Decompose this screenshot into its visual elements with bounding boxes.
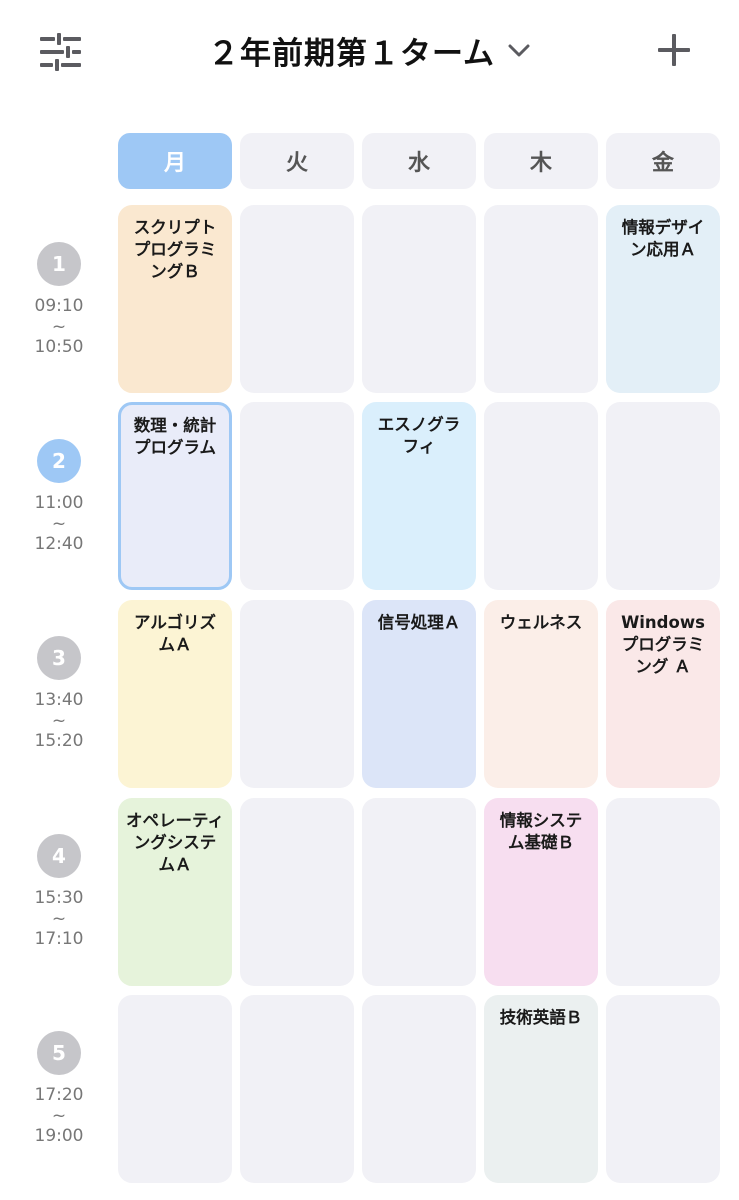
class-cell[interactable] xyxy=(362,995,476,1183)
class-name: Windowsプログラミング Ａ xyxy=(621,613,705,676)
period-number: 3 xyxy=(37,636,81,680)
day-label: 木 xyxy=(529,151,552,176)
period-3: 3 13:40 ~ 15:20 xyxy=(0,636,118,752)
period-1: 1 09:10 ~ 10:50 xyxy=(0,242,118,358)
period-5: 5 17:20 ~ 19:00 xyxy=(0,1031,118,1147)
class-name: 情報システム基礎Ｂ xyxy=(499,811,583,852)
period-sep: ~ xyxy=(51,710,67,731)
day-tab-tue[interactable]: 火 xyxy=(240,133,354,189)
period-number: 2 xyxy=(37,439,81,483)
app-header: ２年前期第１ターム xyxy=(0,0,739,105)
chevron-down-icon xyxy=(508,44,530,56)
class-cell[interactable] xyxy=(240,205,354,393)
period-sep: ~ xyxy=(51,1105,67,1126)
class-cell[interactable]: 技術英語Ｂ xyxy=(484,995,598,1183)
class-name: スクリプトプログラミングＢ xyxy=(133,218,217,281)
class-cell[interactable]: エスノグラフィ xyxy=(362,402,476,590)
period-sep: ~ xyxy=(51,908,67,929)
class-cell[interactable]: アルゴリズムＡ xyxy=(118,600,232,788)
class-cell[interactable]: 信号処理Ａ xyxy=(362,600,476,788)
term-selector[interactable]: ２年前期第１ターム xyxy=(208,28,531,73)
day-tab-thu[interactable]: 木 xyxy=(484,133,598,189)
class-cell[interactable] xyxy=(484,205,598,393)
period-end: 10:50 xyxy=(34,337,84,357)
period-start: 15:30 xyxy=(34,888,84,908)
class-cell[interactable]: 数理・統計プログラム xyxy=(118,402,232,590)
period-sep: ~ xyxy=(51,316,67,337)
class-name: ウェルネス xyxy=(499,613,583,632)
period-2: 2 11:00 ~ 12:40 xyxy=(0,439,118,555)
class-cell[interactable]: オペレーティングシステムＡ xyxy=(118,798,232,986)
class-name: 技術英語Ｂ xyxy=(499,1008,583,1027)
class-cell[interactable] xyxy=(484,402,598,590)
class-cell[interactable] xyxy=(240,600,354,788)
period-start: 11:00 xyxy=(34,493,84,513)
class-cell[interactable]: 情報システム基礎Ｂ xyxy=(484,798,598,986)
period-start: 13:40 xyxy=(34,690,84,710)
add-button[interactable] xyxy=(652,28,696,72)
class-cell[interactable]: ウェルネス xyxy=(484,600,598,788)
class-name: 情報デザイン応用Ａ xyxy=(621,218,705,259)
day-label: 月 xyxy=(163,151,186,176)
class-name: アルゴリズムＡ xyxy=(133,613,216,654)
period-number: 5 xyxy=(37,1031,81,1075)
period-end: 15:20 xyxy=(34,731,84,751)
day-tab-fri[interactable]: 金 xyxy=(606,133,720,189)
class-cell[interactable] xyxy=(240,402,354,590)
period-start: 17:20 xyxy=(34,1085,84,1105)
page-title: ２年前期第１ターム xyxy=(207,36,496,72)
period-number: 1 xyxy=(37,242,81,286)
class-name: 信号処理Ａ xyxy=(377,613,461,632)
period-end: 19:00 xyxy=(34,1126,84,1146)
class-cell[interactable] xyxy=(118,995,232,1183)
class-cell[interactable] xyxy=(240,798,354,986)
day-label: 水 xyxy=(407,151,430,176)
class-cell[interactable] xyxy=(606,995,720,1183)
period-4: 4 15:30 ~ 17:10 xyxy=(0,834,118,950)
period-end: 12:40 xyxy=(34,534,84,554)
day-tab-wed[interactable]: 水 xyxy=(362,133,476,189)
class-cell[interactable] xyxy=(362,798,476,986)
class-cell[interactable] xyxy=(606,798,720,986)
class-cell[interactable]: Windowsプログラミング Ａ xyxy=(606,600,720,788)
class-cell[interactable] xyxy=(240,995,354,1183)
class-cell[interactable] xyxy=(606,402,720,590)
class-cell[interactable]: スクリプトプログラミングＢ xyxy=(118,205,232,393)
class-name: オペレーティングシステムＡ xyxy=(126,811,225,874)
day-tab-mon[interactable]: 月 xyxy=(118,133,232,189)
class-name: 数理・統計プログラム xyxy=(133,416,217,457)
period-end: 17:10 xyxy=(34,929,84,949)
period-start: 09:10 xyxy=(34,296,84,316)
period-number: 4 xyxy=(37,834,81,878)
class-name: エスノグラフィ xyxy=(377,415,461,456)
class-cell[interactable]: 情報デザイン応用Ａ xyxy=(606,205,720,393)
period-sep: ~ xyxy=(51,513,67,534)
plus-icon xyxy=(658,34,690,66)
class-cell[interactable] xyxy=(362,205,476,393)
day-label: 金 xyxy=(651,151,674,176)
day-label: 火 xyxy=(285,151,308,176)
